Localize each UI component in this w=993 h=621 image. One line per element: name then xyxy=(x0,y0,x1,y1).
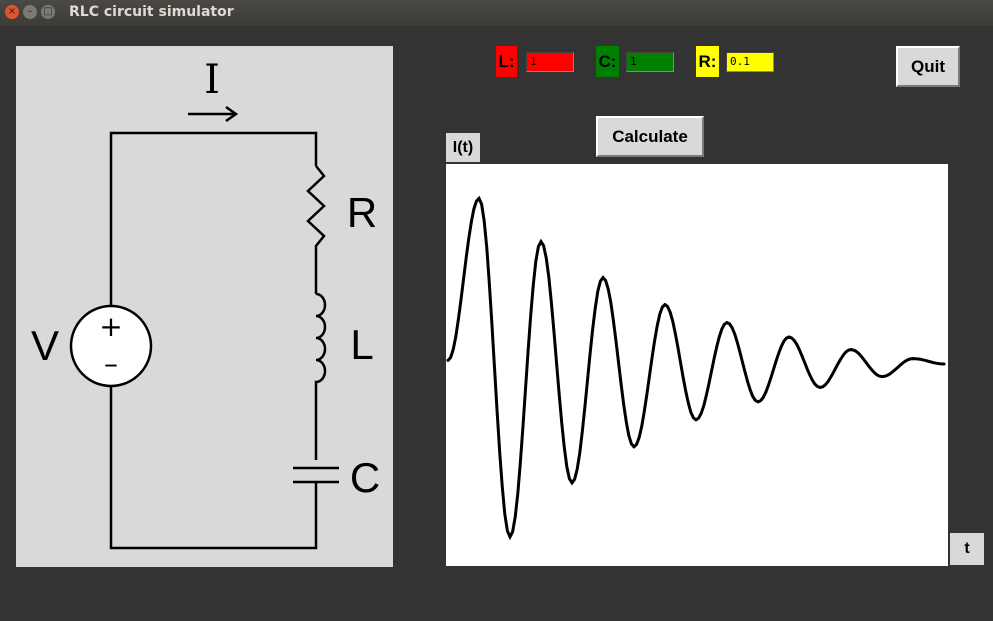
minimize-icon[interactable]: – xyxy=(23,5,37,19)
circuit-wire-return xyxy=(109,386,318,550)
current-series-point xyxy=(818,385,822,389)
capacitance-label: C: xyxy=(596,46,619,77)
circuit-diagram: I V + – R L C xyxy=(16,46,393,567)
resistance-input[interactable]: 0.1 xyxy=(726,52,774,72)
resistor-symbol xyxy=(306,165,326,294)
plot-canvas xyxy=(446,195,946,541)
title-bar: × – □ RLC circuit simulator xyxy=(0,0,993,26)
inductor-symbol xyxy=(314,292,327,460)
calculate-button[interactable]: Calculate xyxy=(596,116,704,157)
inductance-input[interactable]: 1 xyxy=(526,52,574,72)
current-series-point xyxy=(849,348,853,352)
current-series-point xyxy=(880,375,884,379)
current-series-point xyxy=(911,357,915,361)
window-title: RLC circuit simulator xyxy=(69,4,234,20)
close-icon[interactable]: × xyxy=(5,5,19,19)
capacitor-label: C xyxy=(350,454,380,501)
voltage-label: V xyxy=(31,322,59,369)
current-series-point xyxy=(508,535,512,539)
maximize-icon[interactable]: □ xyxy=(41,5,55,19)
resistance-label: R: xyxy=(696,46,719,77)
current-series-point xyxy=(694,418,698,422)
current-series-point xyxy=(632,445,636,449)
x-axis-label: t xyxy=(950,533,984,565)
current-series-point xyxy=(601,276,605,280)
current-series-point xyxy=(756,400,760,404)
circuit-wire xyxy=(109,131,318,306)
current-series-point xyxy=(477,196,481,200)
resistor-label: R xyxy=(347,189,377,236)
capacitance-input[interactable]: 1 xyxy=(626,52,674,72)
current-series-point xyxy=(787,335,791,339)
plus-sign: + xyxy=(99,310,122,343)
current-series-point xyxy=(446,358,450,362)
y-axis-label: I(t) xyxy=(446,133,480,162)
circuit-schematic: I V + – R L C xyxy=(31,57,380,550)
current-series-point xyxy=(663,303,667,307)
inductance-label: L: xyxy=(496,46,517,77)
quit-button[interactable]: Quit xyxy=(896,46,960,87)
current-series-point xyxy=(570,481,574,485)
current-label: I xyxy=(204,57,220,103)
current-series-point xyxy=(725,321,729,325)
plot-area xyxy=(446,164,948,566)
current-arrow xyxy=(188,105,239,123)
minus-sign: – xyxy=(104,347,118,380)
current-series-point xyxy=(942,362,946,366)
current-series-line xyxy=(446,195,945,541)
inductor-label: L xyxy=(350,321,373,368)
current-series-point xyxy=(539,240,543,244)
